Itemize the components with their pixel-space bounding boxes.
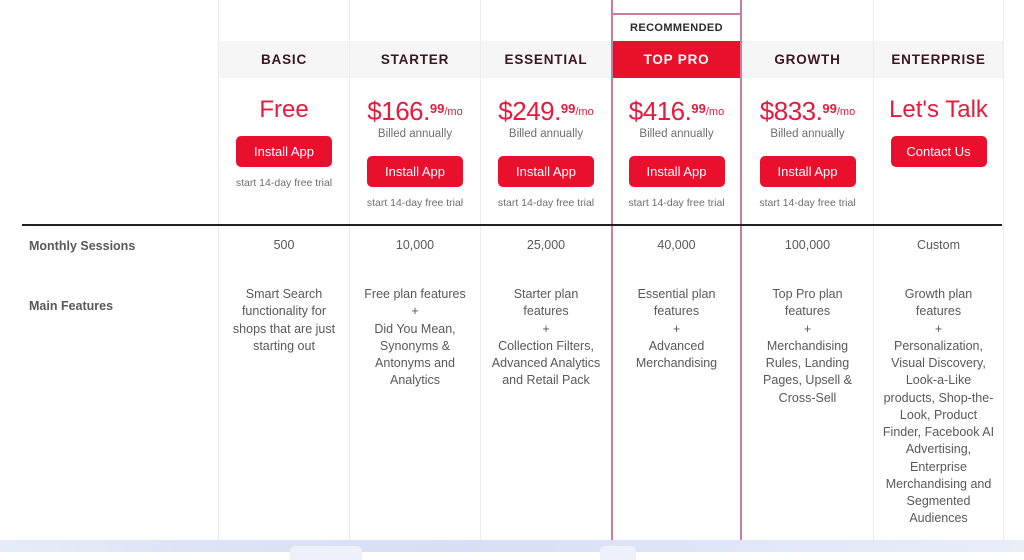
price-cents: 99 [560, 101, 576, 116]
price-amount: $166. [367, 96, 430, 126]
plan-column-basic: BASIC Free Install App start 14-day free tr… [218, 0, 349, 540]
next-section-shape-left [290, 546, 362, 560]
main-features-value-5: Growth plan features + Personalization, … [882, 287, 995, 526]
row-label-monthly-sessions: Monthly Sessions [29, 239, 136, 253]
main-features-value-0: Smart Search functionality for shops tha… [232, 287, 336, 353]
plan-price-1: $166. 99/mo [367, 98, 462, 124]
plan-name-0: BASIC [219, 41, 349, 78]
plan-name-3: TOP PRO [613, 41, 740, 78]
plan-price-2: $249. 99/mo [498, 98, 593, 124]
monthly-sessions-value-0: 500 [273, 238, 295, 252]
price-cents: 99 [429, 101, 445, 116]
plan-name-5: ENTERPRISE [874, 41, 1003, 78]
cta-button-5[interactable]: Contact Us [890, 136, 987, 167]
pricing-grid: Monthly Sessions Main Features BASIC Free… [0, 0, 1004, 540]
billing-note-3: Billed annually [639, 128, 714, 140]
plan-column-enterprise: ENTERPRISE Let's Talk Contact Us Custom Grow… [873, 0, 1004, 540]
plan-rows-5: Custom Growth plan features + Personaliza… [874, 226, 1003, 540]
plan-body-3: $416. 99/mo Billed annually Install App star… [613, 78, 740, 220]
trial-note-2: start 14-day free trial [497, 196, 595, 209]
plan-column-top-pro: RECOMMENDED TOP PRO $416. 99/mo Billed annua… [611, 0, 742, 540]
billing-note-1: Billed annually [377, 128, 453, 140]
plan-body-1: $166. 99/mo Billed annually Install App star… [350, 78, 480, 220]
price-amount: $249. [498, 96, 561, 126]
price-period: /mo [836, 106, 856, 118]
plan-price-3: $416. 99/mo [629, 98, 724, 124]
next-section-shape-right [600, 546, 636, 560]
billing-note-4: Billed annually [770, 128, 845, 140]
price-cents: 99 [822, 101, 837, 116]
main-features-value-4: Top Pro plan features + Merchandising Ru… [763, 287, 852, 405]
price-cents: 99 [691, 101, 706, 116]
price-word: Let's Talk [889, 96, 988, 123]
plan-column-growth: GROWTH $833. 99/mo Billed annually Install A… [742, 0, 873, 540]
trial-note-1: start 14-day free trial [366, 196, 464, 209]
pricing-page: Monthly Sessions Main Features BASIC Free… [0, 0, 1024, 560]
plan-rows-0: 500 Smart Search functionality for shops … [219, 226, 349, 540]
row-label-column: Monthly Sessions Main Features [0, 0, 218, 540]
plan-price-4: $833. 99/mo [760, 98, 855, 124]
main-features-value-3: Essential plan features + Advanced Merch… [635, 287, 718, 370]
cta-button-1[interactable]: Install App [367, 155, 463, 187]
price-word: Free [259, 96, 309, 123]
plan-name-4: GROWTH [742, 41, 873, 78]
plan-price-5: Let's Talk [889, 98, 988, 122]
price-amount: $833. [759, 96, 823, 126]
plan-price-0: Free [259, 98, 308, 122]
cta-button-3[interactable]: Install App [628, 155, 725, 187]
row-label-main-features: Main Features [29, 299, 114, 313]
recommended-badge: RECOMMENDED [611, 13, 742, 41]
plan-columns: BASIC Free Install App start 14-day free tr… [218, 0, 1004, 540]
monthly-sessions-value-4: 100,000 [784, 238, 831, 252]
plan-name-1: STARTER [350, 41, 480, 78]
price-period: /mo [444, 106, 463, 118]
next-section-strip [0, 540, 1024, 560]
trial-note-4: start 14-day free trial [759, 196, 856, 209]
plan-rows-4: 100,000 Top Pro plan features + Merchandi… [742, 226, 873, 540]
plan-body-0: Free Install App start 14-day free trial [219, 78, 349, 220]
plan-column-essential: ESSENTIAL $249. 99/mo Billed annually Instal… [480, 0, 611, 540]
trial-note-0: start 14-day free trial [235, 177, 333, 189]
monthly-sessions-value-5: Custom [916, 238, 961, 252]
plan-body-5: Let's Talk Contact Us [874, 78, 1003, 220]
cta-button-2[interactable]: Install App [498, 155, 594, 187]
price-amount: $416. [628, 96, 692, 126]
plan-rows-1: 10,000 Free plan features + Did You Mean,… [350, 226, 480, 540]
plan-column-starter: STARTER $166. 99/mo Billed annually Install … [349, 0, 480, 540]
plan-body-2: $249. 99/mo Billed annually Install App star… [481, 78, 611, 220]
plan-body-4: $833. 99/mo Billed annually Install App star… [742, 78, 873, 220]
monthly-sessions-value-1: 10,000 [395, 238, 435, 252]
main-features-value-2: Starter plan features + Collection Filte… [491, 287, 601, 388]
plan-rows-2: 25,000 Starter plan features + Collection… [481, 226, 611, 540]
monthly-sessions-value-3: 40,000 [657, 238, 696, 252]
trial-note-3: start 14-day free trial [628, 196, 725, 209]
price-period: /mo [705, 106, 725, 118]
table-divider [22, 224, 1002, 226]
price-period: /mo [575, 106, 594, 118]
cta-button-0[interactable]: Install App [236, 136, 332, 167]
pricing-table: Monthly Sessions Main Features BASIC Free… [0, 0, 1024, 540]
main-features-value-1: Free plan features + Did You Mean, Synon… [364, 287, 466, 388]
billing-note-2: Billed annually [508, 128, 584, 140]
monthly-sessions-value-2: 25,000 [526, 238, 566, 252]
plan-rows-3: 40,000 Essential plan features + Advanced… [613, 226, 740, 540]
cta-button-4[interactable]: Install App [759, 155, 856, 187]
plan-name-2: ESSENTIAL [481, 41, 611, 78]
